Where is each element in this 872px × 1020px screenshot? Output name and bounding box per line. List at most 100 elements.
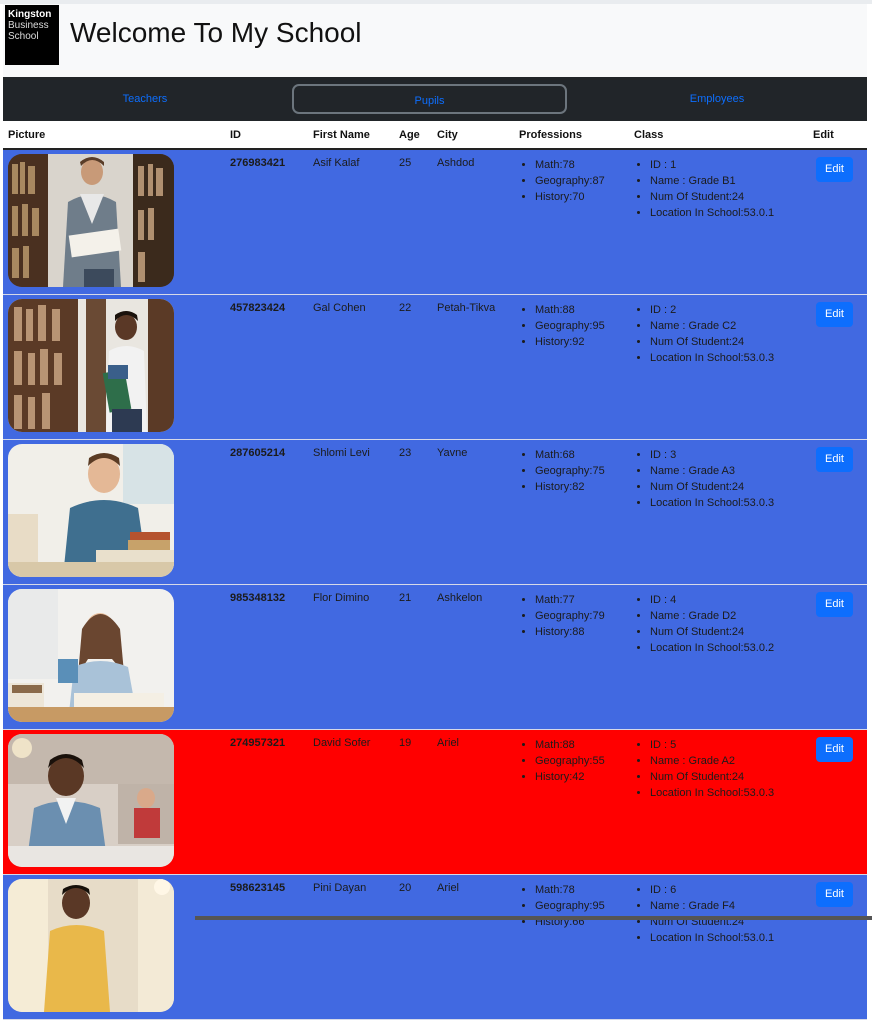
class-item: Location In School:53.0.1 <box>650 205 808 221</box>
class-list: ID : 4Name : Grade D2Num Of Student:24Lo… <box>634 592 808 656</box>
table-row: 598623145 Pini Dayan 20 Ariel Math:78Geo… <box>3 874 867 1020</box>
picture-cell <box>3 729 225 875</box>
professions-cell: Math:78Geography:95History:66 <box>514 874 629 1020</box>
nav-teachers[interactable]: Teachers <box>75 84 215 114</box>
profession-item: Geography:55 <box>535 753 629 769</box>
class-item: Num Of Student:24 <box>650 189 808 205</box>
id-cell: 276983421 <box>225 149 308 295</box>
city-cell: Ashdod <box>432 149 514 295</box>
nav-pupils[interactable]: Pupils <box>292 84 567 114</box>
edit-button[interactable]: Edit <box>816 446 853 472</box>
profession-item: History:88 <box>535 624 629 640</box>
profession-item: Math:78 <box>535 882 629 898</box>
edit-cell: Edit <box>808 294 867 440</box>
class-item: Num Of Student:24 <box>650 479 808 495</box>
professions-list: Math:68Geography:75History:82 <box>519 447 629 495</box>
picture-cell <box>3 874 225 1020</box>
col-header-professions: Professions <box>514 121 629 150</box>
class-list: ID : 1Name : Grade B1Num Of Student:24Lo… <box>634 157 808 221</box>
class-list: ID : 6Name : Grade F4Num Of Student:24Lo… <box>634 882 808 946</box>
col-header-city: City <box>432 121 514 150</box>
student-photo <box>8 878 174 1012</box>
age-cell: 21 <box>394 584 432 730</box>
main-nav: Teachers Pupils Employees <box>3 77 867 121</box>
first-name-cell: Pini Dayan <box>308 874 394 1020</box>
professions-list: Math:78Geography:95History:66 <box>519 882 629 930</box>
city-cell: Ashkelon <box>432 584 514 730</box>
profession-item: History:82 <box>535 479 629 495</box>
class-item: Name : Grade A2 <box>650 753 808 769</box>
profession-item: Geography:95 <box>535 318 629 334</box>
class-item: Location In School:53.0.2 <box>650 640 808 656</box>
profession-item: Geography:87 <box>535 173 629 189</box>
id-cell: 287605214 <box>225 439 308 585</box>
profession-item: Math:88 <box>535 737 629 753</box>
class-item: Name : Grade F4 <box>650 898 808 914</box>
picture-cell <box>3 584 225 730</box>
city-cell: Petah-Tikva <box>432 294 514 440</box>
professions-cell: Math:88Geography:95History:92 <box>514 294 629 440</box>
student-photo <box>8 733 174 867</box>
col-header-first-name: First Name <box>308 121 394 150</box>
table-row: 276983421 Asif Kalaf 25 Ashdod Math:78Ge… <box>3 149 867 295</box>
first-name-cell: Gal Cohen <box>308 294 394 440</box>
profession-item: History:42 <box>535 769 629 785</box>
class-list: ID : 5Name : Grade A2Num Of Student:24Lo… <box>634 737 808 801</box>
table-row: 985348132 Flor Dimino 21 Ashkelon Math:7… <box>3 584 867 730</box>
picture-cell <box>3 149 225 295</box>
picture-cell <box>3 439 225 585</box>
age-cell: 19 <box>394 729 432 875</box>
class-cell: ID : 2Name : Grade C2Num Of Student:24Lo… <box>629 294 808 440</box>
picture-cell <box>3 294 225 440</box>
student-photo <box>8 588 174 722</box>
edit-button[interactable]: Edit <box>816 157 853 182</box>
class-item: ID : 3 <box>650 447 808 463</box>
col-header-picture: Picture <box>3 121 225 150</box>
profession-item: Geography:95 <box>535 898 629 914</box>
col-header-edit: Edit <box>808 121 867 150</box>
class-item: ID : 1 <box>650 157 808 173</box>
first-name-cell: Shlomi Levi <box>308 439 394 585</box>
profession-item: Math:68 <box>535 447 629 463</box>
class-list: ID : 3Name : Grade A3Num Of Student:24Lo… <box>634 447 808 511</box>
student-photo <box>8 154 174 287</box>
edit-button[interactable]: Edit <box>816 736 853 762</box>
page-title: Welcome To My School <box>70 17 362 48</box>
class-item: Name : Grade A3 <box>650 463 808 479</box>
class-item: Num Of Student:24 <box>650 334 808 350</box>
age-cell: 20 <box>394 874 432 1020</box>
table-row: 274957321 David Sofer 19 Ariel Math:88Ge… <box>3 729 867 875</box>
nav-employees[interactable]: Employees <box>647 84 787 114</box>
edit-button[interactable]: Edit <box>816 301 853 327</box>
profession-item: Math:77 <box>535 592 629 608</box>
horizontal-scrollbar[interactable] <box>195 916 872 920</box>
edit-button[interactable]: Edit <box>816 591 853 617</box>
class-cell: ID : 4Name : Grade D2Num Of Student:24Lo… <box>629 584 808 730</box>
edit-cell: Edit <box>808 439 867 585</box>
professions-cell: Math:88Geography:55History:42 <box>514 729 629 875</box>
class-list: ID : 2Name : Grade C2Num Of Student:24Lo… <box>634 302 808 366</box>
first-name-cell: David Sofer <box>308 729 394 875</box>
edit-cell: Edit <box>808 584 867 730</box>
professions-list: Math:77Geography:79History:88 <box>519 592 629 640</box>
class-item: Location In School:53.0.3 <box>650 350 808 366</box>
edit-button[interactable]: Edit <box>816 881 853 907</box>
age-cell: 23 <box>394 439 432 585</box>
col-header-class: Class <box>629 121 808 150</box>
city-cell: Yavne <box>432 439 514 585</box>
class-item: Location In School:53.0.1 <box>650 930 808 946</box>
profession-item: Math:88 <box>535 302 629 318</box>
professions-cell: Math:77Geography:79History:88 <box>514 584 629 730</box>
edit-cell: Edit <box>808 874 867 1020</box>
profession-item: Math:78 <box>535 157 629 173</box>
class-cell: ID : 6Name : Grade F4Num Of Student:24Lo… <box>629 874 808 1020</box>
logo-line: Business <box>8 20 49 31</box>
professions-list: Math:78Geography:87History:70 <box>519 157 629 205</box>
student-photo <box>8 298 174 432</box>
student-photo <box>8 443 174 577</box>
profession-item: Geography:79 <box>535 608 629 624</box>
age-cell: 25 <box>394 149 432 295</box>
id-cell: 274957321 <box>225 729 308 875</box>
edit-cell: Edit <box>808 729 867 875</box>
class-item: Name : Grade B1 <box>650 173 808 189</box>
